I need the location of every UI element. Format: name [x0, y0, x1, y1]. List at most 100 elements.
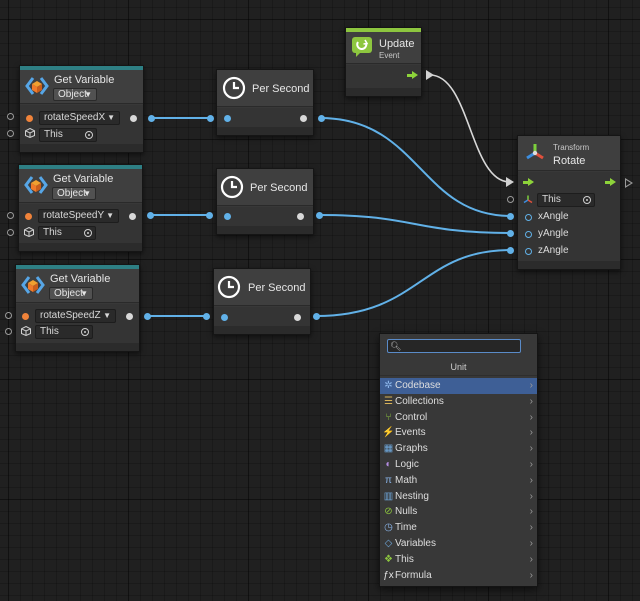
control-output-arrow-icon[interactable] [605, 178, 617, 186]
gameobject-icon [25, 128, 35, 138]
xangle-input-port[interactable] [525, 214, 532, 221]
finder-item-label: Control [395, 411, 428, 423]
variable-kind-dropdown[interactable]: Object ▼ [53, 88, 97, 101]
name-input-port-hollow[interactable] [7, 113, 14, 120]
target-field[interactable]: This [39, 128, 97, 142]
value-connection [319, 214, 512, 234]
control-output-arrow-icon[interactable] [407, 71, 419, 79]
connection-endpoint[interactable] [318, 115, 325, 122]
object-picker-icon[interactable] [81, 328, 89, 336]
connection-endpoint[interactable] [147, 212, 154, 219]
variable-name-field[interactable]: rotateSpeedX ▼ [39, 111, 120, 125]
chevron-right-icon: › [529, 490, 533, 502]
search-input[interactable] [400, 340, 518, 352]
chevron-right-icon: › [529, 395, 533, 407]
zangle-input-port[interactable] [525, 248, 532, 255]
variable-name-field[interactable]: rotateSpeedZ ▼ [35, 309, 116, 323]
value-output-port[interactable] [126, 313, 133, 320]
finder-item-this[interactable]: ❖ This › [380, 552, 537, 568]
finder-item-label: Events [395, 427, 426, 439]
zangle-connection-endpoint[interactable] [507, 247, 514, 254]
name-input-port[interactable] [25, 213, 32, 220]
connection-endpoint[interactable] [148, 115, 155, 122]
connection-endpoint[interactable] [144, 313, 151, 320]
target-input-port-hollow[interactable] [5, 328, 12, 335]
finder-item-control[interactable]: ⑂ Control › [380, 410, 537, 426]
finder-item-label: This [395, 553, 414, 565]
finder-item-time[interactable]: ◷ Time › [380, 520, 537, 536]
per-second-node-3[interactable]: Per Second [213, 268, 311, 335]
variable-kind-dropdown[interactable]: Object ▼ [52, 187, 96, 200]
yangle-input-port[interactable] [525, 231, 532, 238]
xangle-connection-endpoint[interactable] [507, 213, 514, 220]
connection-endpoint[interactable] [313, 313, 320, 320]
gameobject-icon [24, 227, 34, 237]
search-box[interactable]: 🔍︎ [387, 339, 521, 353]
node-title: Per Second [252, 83, 310, 95]
variable-kind-label: Object [58, 89, 87, 100]
finder-item-label: Formula [395, 569, 432, 581]
variable-kind-label: Object [54, 288, 83, 299]
value-output-port[interactable] [130, 115, 137, 122]
per-second-node-1[interactable]: Per Second [216, 69, 314, 136]
target-field[interactable]: This [537, 193, 595, 207]
chevron-right-icon: › [529, 506, 533, 518]
transform-rotate-node[interactable]: Transform Rotate This xAngle yAngle zAng… [517, 135, 621, 270]
get-variable-node-y[interactable]: Get Variable Object ▼ rotateSpeedY ▼ This [18, 164, 143, 252]
output-port[interactable] [300, 115, 307, 122]
object-picker-icon[interactable] [84, 229, 92, 237]
update-event-node[interactable]: Update Event [345, 27, 422, 97]
control-input-port[interactable] [506, 177, 514, 187]
finder-item-variables[interactable]: ◇ Variables › [380, 536, 537, 552]
finder-item-collections[interactable]: ☰ Collections › [380, 394, 537, 410]
output-port[interactable] [297, 213, 304, 220]
object-picker-icon[interactable] [85, 131, 93, 139]
clock-icon [222, 76, 246, 100]
input-port[interactable] [224, 115, 231, 122]
name-input-port[interactable] [22, 313, 29, 320]
bolt-icon: ⚡ [382, 427, 395, 439]
name-input-port-hollow[interactable] [5, 312, 12, 319]
finder-item-nulls[interactable]: ⊘ Nulls › [380, 504, 537, 520]
graph-icon: ▦ [383, 443, 394, 455]
target-input-port-hollow[interactable] [7, 229, 14, 236]
control-output-port[interactable] [426, 70, 434, 80]
finder-item-events[interactable]: ⚡ Events › [380, 425, 537, 441]
output-port[interactable] [294, 314, 301, 321]
name-input-port[interactable] [26, 115, 33, 122]
finder-item-math[interactable]: π Math › [380, 473, 537, 489]
target-input-port-hollow[interactable] [507, 196, 514, 203]
variable-name-field[interactable]: rotateSpeedY ▼ [38, 209, 119, 223]
this-icon: ❖ [384, 553, 393, 565]
finder-item-logic[interactable]: ◐ Logic › [380, 457, 537, 473]
connection-endpoint[interactable] [203, 313, 210, 320]
target-field[interactable]: This [35, 325, 93, 339]
get-variable-node-z[interactable]: Get Variable Object ▼ rotateSpeedZ ▼ This [15, 264, 140, 352]
connection-endpoint[interactable] [316, 212, 323, 219]
control-output-port[interactable] [625, 178, 633, 188]
branch-icon: ⑂ [385, 411, 392, 423]
chevron-down-icon: ▼ [107, 113, 115, 122]
target-field[interactable]: This [38, 226, 96, 240]
finder-item-codebase[interactable]: ✲ Codebase › [380, 378, 537, 394]
get-variable-node-x[interactable]: Get Variable Object ▼ rotateSpeedX ▼ This [19, 65, 144, 153]
connection-endpoint[interactable] [207, 115, 214, 122]
finder-item-graphs[interactable]: ▦ Graphs › [380, 441, 537, 457]
input-port[interactable] [221, 314, 228, 321]
per-second-node-2[interactable]: Per Second [216, 168, 314, 235]
chevron-right-icon: › [529, 538, 533, 549]
chevron-down-icon: ▼ [80, 289, 88, 298]
value-output-port[interactable] [129, 213, 136, 220]
variable-kind-dropdown[interactable]: Object ▼ [49, 287, 93, 300]
value-connection [319, 117, 512, 217]
input-port[interactable] [224, 213, 231, 220]
name-input-port-hollow[interactable] [7, 212, 14, 219]
finder-item-nesting[interactable]: ▥ Nesting › [380, 489, 537, 505]
object-picker-icon[interactable] [583, 196, 591, 204]
control-input-arrow-icon[interactable] [523, 178, 535, 186]
fuzzy-finder-panel[interactable]: 🔍︎ Unit ✲ Codebase › ☰ Collections › ⑂ Control ›… [379, 333, 538, 587]
yangle-connection-endpoint[interactable] [507, 230, 514, 237]
finder-item-formula[interactable]: ƒx Formula › [380, 568, 537, 584]
target-input-port-hollow[interactable] [7, 130, 14, 137]
connection-endpoint[interactable] [206, 212, 213, 219]
